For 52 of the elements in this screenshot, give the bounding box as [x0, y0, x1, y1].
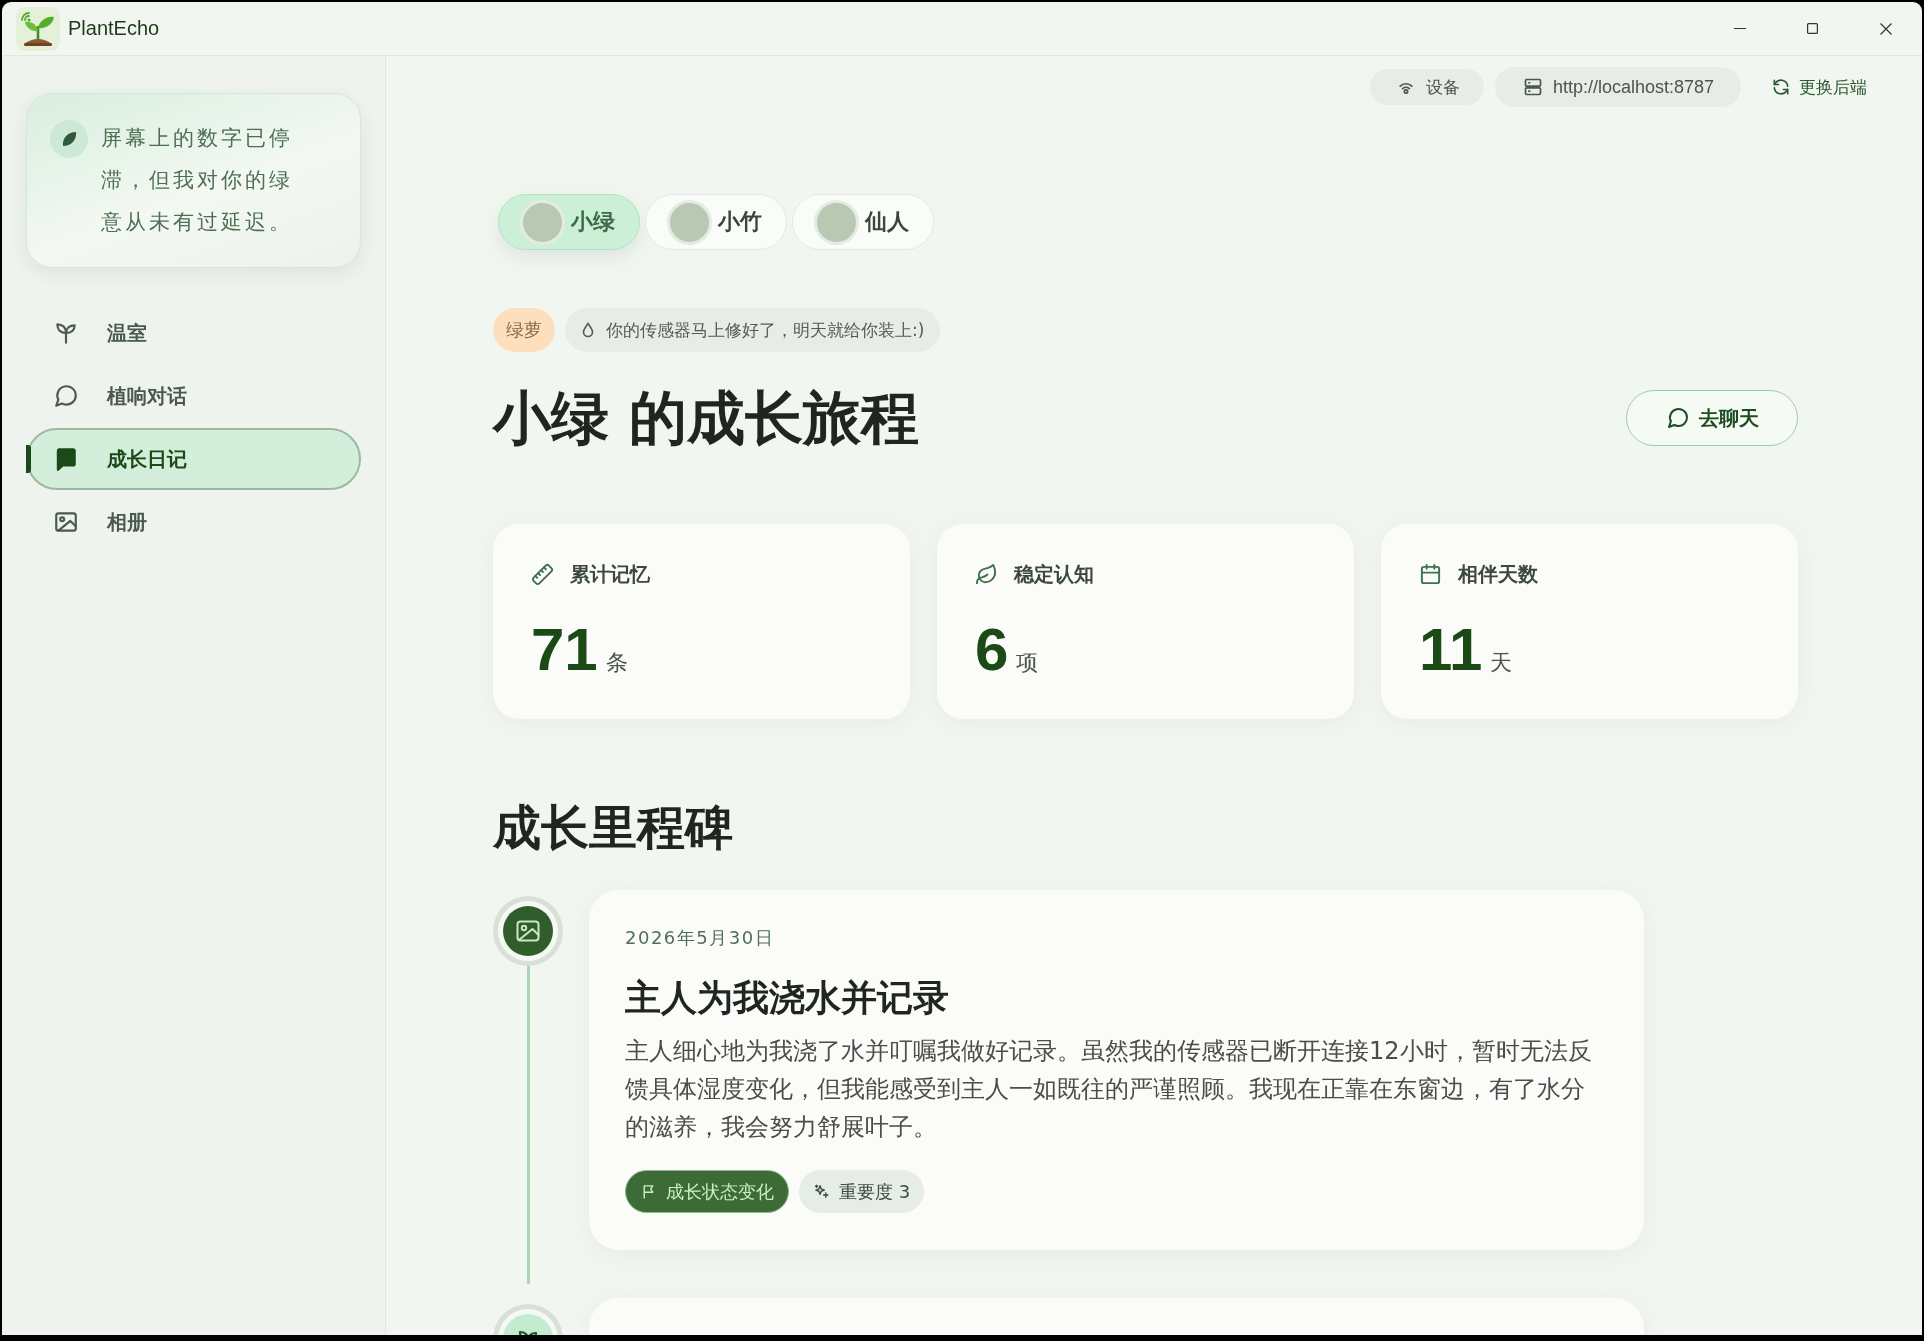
calendar-icon: [1419, 562, 1442, 586]
stat-label: 累计记忆: [570, 560, 650, 588]
stat-label: 稳定认知: [1014, 560, 1094, 588]
minimize-icon: [1733, 27, 1746, 30]
sparkles-icon: [813, 1183, 830, 1200]
leaf-icon: [975, 562, 998, 586]
plant-photo-placeholder: [667, 199, 712, 245]
sprout-icon: [53, 320, 79, 346]
stat-value: 71: [531, 618, 598, 682]
stat-unit: 条: [605, 649, 628, 677]
server-url: http://localhost:8787: [1552, 76, 1714, 98]
leaf-icon: [50, 120, 88, 158]
switch-backend-button[interactable]: 更换后端: [1771, 73, 1867, 101]
droplet-icon: [582, 322, 594, 338]
sprout-logo-icon: [16, 6, 60, 51]
stat-unit: 天: [1490, 649, 1513, 677]
nav-item[interactable]: 成长日记: [26, 428, 361, 490]
stat-value: 11: [1419, 618, 1483, 682]
sensor-message-text: 你的传感器马上修好了，明天就给你装上:): [606, 318, 925, 342]
maximize-icon: [1807, 23, 1818, 34]
ruler-icon: [531, 562, 554, 586]
plant-tab[interactable]: 仙人: [792, 194, 934, 250]
plant-photo-placeholder: [520, 199, 565, 245]
close-icon: [1879, 22, 1892, 35]
nav-item[interactable]: 植响对话: [26, 365, 361, 427]
quote-text: 屏幕上的数字已停滞，但我对你的绿意从未有过延迟。: [101, 125, 294, 236]
plant-tab[interactable]: 小绿: [498, 194, 640, 250]
refresh-icon: [1771, 77, 1791, 97]
stat-value: 6: [975, 618, 1009, 682]
plant-photo-placeholder: [814, 199, 859, 245]
server-url-field[interactable]: http://localhost:8787: [1494, 67, 1741, 107]
nav-item[interactable]: 相册: [26, 491, 361, 553]
nav-item[interactable]: 温室: [26, 302, 361, 364]
plant-tab[interactable]: 小竹: [645, 194, 787, 250]
chat-bubble-icon: [1665, 406, 1690, 430]
image-icon: [53, 509, 79, 535]
page-title: 小绿 的成长旅程: [493, 383, 920, 453]
milestone-title: 主人为我浇水并记录: [625, 976, 950, 1020]
app-title: PlantEcho: [68, 17, 160, 40]
server-icon: [1522, 77, 1543, 97]
milestone-text: 主人细心地为我浇了水并叮嘱我做好记录。虽然我的传感器已断开连接12小时，暂时无法反馈具体湿度变化，但我能感受到主人一如既往的严谨照顾。我现在正靠在东窗边，有了水分的滋养，我会努力舒展叶子。: [625, 1036, 1593, 1143]
section-title: 成长里程碑: [493, 798, 734, 856]
device-button[interactable]: 设备: [1369, 69, 1484, 105]
chat-bubble-icon: [53, 383, 79, 409]
image-icon: [493, 896, 563, 966]
category-tag: 成长状态变化: [625, 1170, 789, 1213]
species-tag: 绿萝: [493, 308, 555, 352]
milestone-date: 2026年5月30日: [625, 927, 776, 949]
chat-button[interactable]: 去聊天: [1626, 390, 1798, 446]
stat-label: 相伴天数: [1458, 560, 1538, 588]
importance-tag: 重要度 3: [799, 1170, 925, 1213]
stat-unit: 项: [1016, 649, 1039, 677]
